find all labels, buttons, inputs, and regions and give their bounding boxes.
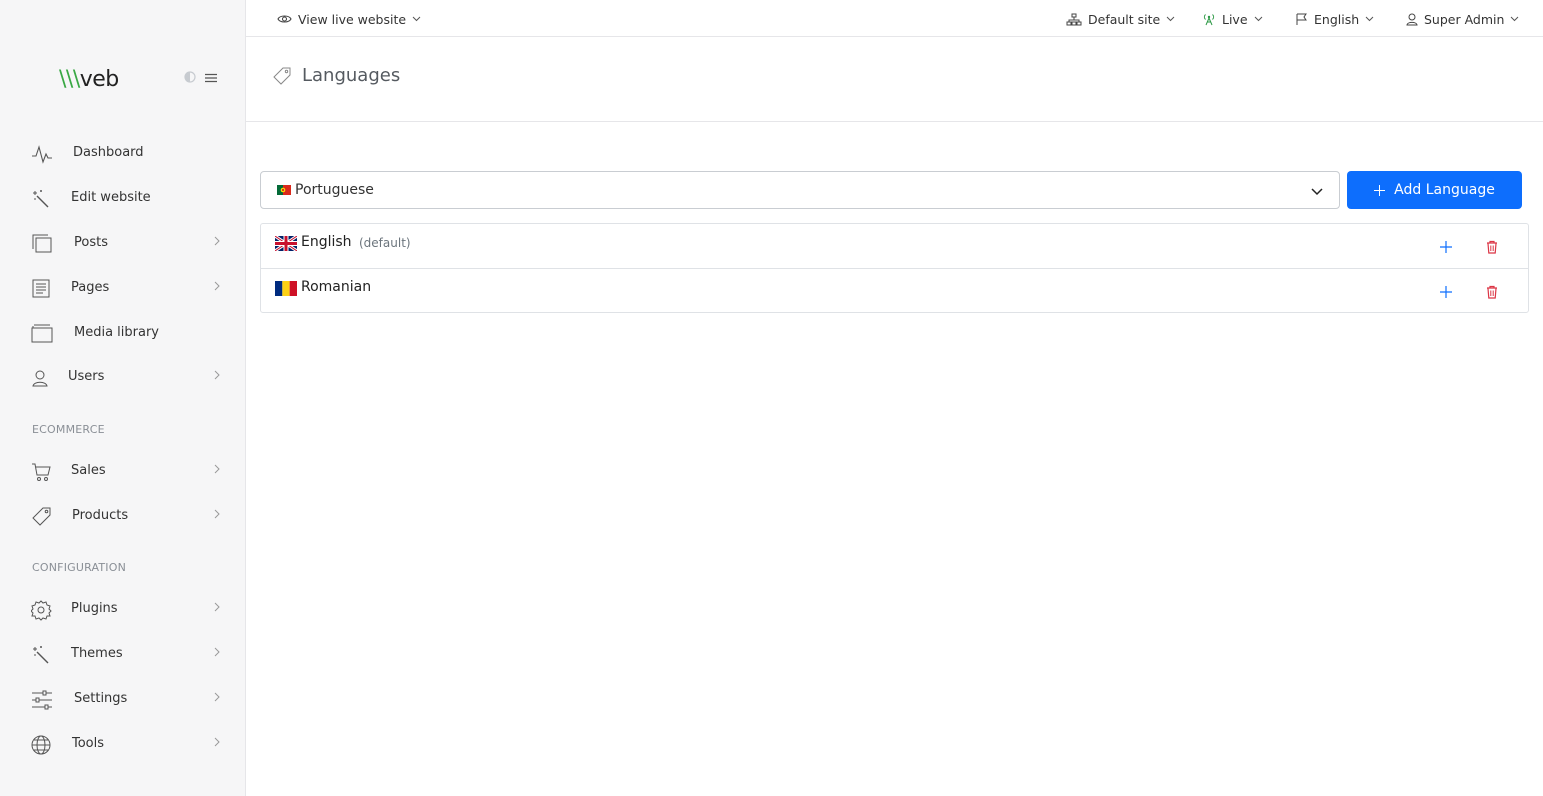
copy-icon: [32, 234, 52, 253]
chevron-down-icon: [1311, 188, 1323, 196]
add-language-button[interactable]: Add Language: [1347, 171, 1522, 209]
list-item: English (default): [261, 224, 1528, 268]
chevron-down-icon: [1511, 16, 1519, 22]
sliders-icon: [32, 690, 52, 710]
language-select[interactable]: Portuguese: [260, 171, 1340, 209]
site-selector[interactable]: Default site: [1066, 10, 1175, 28]
live-status-selector[interactable]: Live: [1202, 10, 1263, 28]
default-badge: (default): [359, 236, 411, 250]
logo-row: \\\veb: [0, 64, 246, 94]
site-selector-label: Default site: [1088, 11, 1161, 27]
trash-icon[interactable]: [1485, 240, 1499, 254]
page-header: Languages: [246, 37, 1543, 122]
sidebar-item-dashboard[interactable]: Dashboard: [0, 133, 246, 173]
chevron-right-icon: [214, 692, 220, 702]
tag-icon: [32, 507, 51, 526]
chevron-right-icon: [214, 281, 220, 291]
sidebar-item-media-library[interactable]: Media library: [0, 313, 246, 353]
eye-icon: [277, 15, 292, 23]
theme-toggle-icon[interactable]: [184, 71, 196, 83]
sidebar-item-label: Settings: [74, 691, 128, 706]
sidebar-item-products[interactable]: Products: [0, 496, 246, 536]
chevron-down-icon: [1166, 16, 1175, 22]
topbar: View live website Default site Live Engl…: [246, 0, 1543, 37]
gear-icon: [31, 600, 52, 621]
chevron-right-icon: [214, 647, 220, 657]
sidebar-item-tools[interactable]: Tools: [0, 724, 246, 764]
sidebar: \\\veb Dashboard Edit website Posts Page…: [0, 0, 246, 796]
chevron-right-icon: [214, 509, 220, 519]
plus-icon[interactable]: [1439, 240, 1453, 254]
user-menu[interactable]: Super Admin: [1406, 10, 1519, 28]
language-list: English (default) Romanian: [260, 223, 1529, 313]
logo-text: veb: [79, 67, 120, 92]
sidebar-item-plugins[interactable]: Plugins: [0, 589, 246, 629]
sidebar-item-label: Users: [68, 369, 105, 384]
language-select-value: Portuguese: [295, 182, 374, 198]
language-name: Romanian: [301, 279, 372, 295]
sidebar-item-themes[interactable]: Themes: [0, 634, 246, 674]
logo[interactable]: \\\veb: [59, 67, 119, 92]
view-live-website-link[interactable]: View live website: [277, 10, 421, 28]
flag-ro-icon: [275, 281, 297, 296]
document-lines-icon: [32, 279, 50, 298]
sidebar-item-sales[interactable]: Sales: [0, 451, 246, 491]
chevron-right-icon: [214, 370, 220, 380]
user-icon: [32, 370, 48, 387]
language-name: English: [301, 234, 352, 250]
view-live-website-label: View live website: [298, 11, 407, 27]
broadcast-icon: [1203, 13, 1215, 25]
chevron-right-icon: [214, 236, 220, 246]
chevron-right-icon: [214, 737, 220, 747]
sidebar-item-label: Products: [72, 508, 129, 523]
sidebar-item-label: Tools: [72, 736, 105, 751]
sitemap-icon: [1066, 13, 1082, 25]
add-language-label: Add Language: [1394, 182, 1495, 198]
language-selector[interactable]: English: [1295, 10, 1374, 28]
logo-slashes: \\\: [59, 67, 80, 92]
chevron-down-icon: [412, 16, 421, 22]
section-label-configuration: CONFIGURATION: [32, 561, 127, 574]
chevron-right-icon: [214, 602, 220, 612]
flag-icon: [1296, 13, 1307, 25]
sidebar-item-edit-website[interactable]: Edit website: [0, 178, 246, 218]
menu-icon[interactable]: [205, 72, 217, 84]
folder-icon: [31, 324, 53, 343]
sidebar-item-label: Pages: [71, 280, 110, 295]
chevron-down-icon: [1365, 16, 1374, 22]
sidebar-item-settings[interactable]: Settings: [0, 679, 246, 719]
sidebar-item-pages[interactable]: Pages: [0, 268, 246, 308]
plus-icon: [1374, 184, 1386, 196]
sidebar-item-label: Media library: [74, 325, 160, 340]
list-item: Romanian: [261, 268, 1528, 312]
user-icon: [1406, 13, 1418, 25]
plus-icon[interactable]: [1439, 285, 1453, 299]
flag-pt-icon: [277, 185, 291, 195]
magic-wand-icon: [33, 190, 49, 208]
magic-wand-icon: [33, 646, 49, 664]
globe-icon: [31, 735, 51, 755]
trash-icon[interactable]: [1485, 285, 1499, 299]
sidebar-item-label: Plugins: [71, 601, 118, 616]
sidebar-item-posts[interactable]: Posts: [0, 223, 246, 263]
flag-uk-icon: [275, 236, 297, 251]
sidebar-item-label: Edit website: [71, 190, 151, 205]
cart-icon: [32, 463, 51, 481]
live-status-label: Live: [1222, 11, 1248, 27]
chevron-down-icon: [1254, 16, 1262, 22]
sidebar-item-label: Themes: [71, 646, 123, 661]
sidebar-item-label: Sales: [71, 463, 106, 478]
section-label-ecommerce: ECOMMERCE: [32, 423, 105, 436]
sidebar-item-label: Posts: [74, 235, 108, 250]
sidebar-item-label: Dashboard: [73, 145, 144, 160]
pulse-icon: [32, 145, 52, 164]
user-menu-label: Super Admin: [1424, 11, 1505, 27]
language-selector-label: English: [1314, 11, 1360, 27]
page-title: Languages: [302, 65, 401, 86]
tag-icon: [273, 67, 291, 85]
chevron-right-icon: [214, 464, 220, 474]
sidebar-item-users[interactable]: Users: [0, 357, 246, 397]
